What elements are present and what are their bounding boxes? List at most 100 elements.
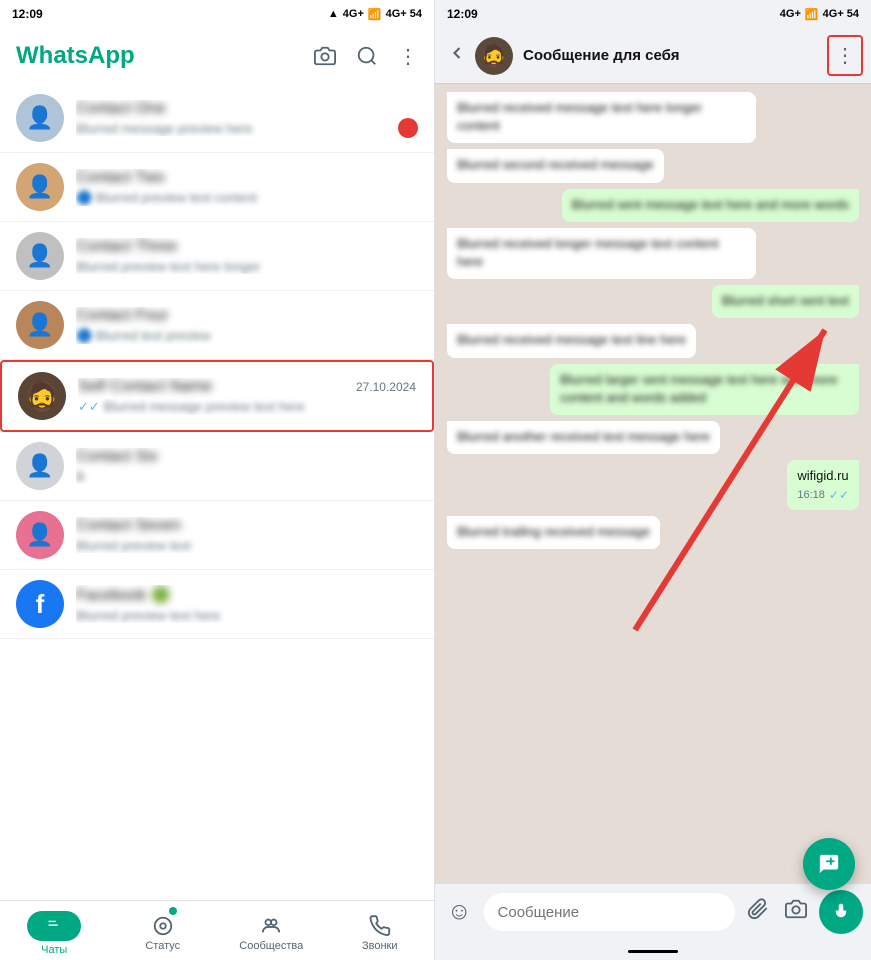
camera-icon[interactable]	[314, 45, 336, 67]
message-bubble: Blurred received message text here longe…	[447, 92, 756, 143]
avatar: 👤	[16, 94, 64, 142]
chat-title-area: Сообщение для себя	[523, 47, 827, 64]
message-text: Blurred received longer message text con…	[457, 235, 746, 271]
mic-button[interactable]	[819, 890, 863, 934]
nav-calls[interactable]: Звонки	[326, 901, 435, 960]
status-icons-right: 4G+ 📶 4G+ 54	[780, 8, 859, 21]
chat-name: Contact Two	[76, 169, 165, 187]
chat-info: Self Contact Name 27.10.2024 ✓✓ Blurred …	[78, 378, 416, 415]
status-bar-right: 12:09 4G+ 📶 4G+ 54	[435, 0, 871, 28]
message-bubble: Blurred larger sent message text here wi…	[550, 364, 859, 415]
chat-item[interactable]: 👤 Contact Two 🔵 Blurred preview text con…	[0, 153, 434, 222]
chat-info: Facebook 🟢 Blurred preview text here	[76, 585, 418, 623]
attach-button[interactable]	[743, 894, 773, 930]
status-icon	[152, 915, 174, 937]
calls-icon	[369, 915, 391, 937]
battery-icon: 📶	[368, 8, 382, 21]
message-bubble: Blurred received message text line here	[447, 324, 696, 357]
message-bubble: Blurred second received message	[447, 149, 664, 182]
chat-info: Contact Seven Blurred preview text	[76, 517, 418, 553]
messages-area[interactable]: Blurred received message text here longe…	[435, 84, 871, 884]
highlighted-chat-item[interactable]: 🧔 Self Contact Name 27.10.2024 ✓✓ Blurre…	[0, 360, 434, 432]
message-bubble: Blurred trailing received message	[447, 516, 660, 549]
avatar: f	[16, 580, 64, 628]
chat-name: Contact Four	[76, 307, 168, 325]
chat-item[interactable]: 👤 Contact Six B	[0, 432, 434, 501]
chat-item[interactable]: f Facebook 🟢 Blurred preview text here	[0, 570, 434, 639]
message-text: Blurred another received text message he…	[457, 428, 710, 446]
chat-item[interactable]: 👤 Contact One Blurred message preview he…	[0, 84, 434, 153]
chat-info: Contact One Blurred message preview here	[76, 100, 418, 136]
avatar: 👤	[16, 163, 64, 211]
home-indicator	[628, 950, 678, 953]
chat-info: Contact Two 🔵 Blurred preview text conte…	[76, 169, 418, 206]
message-bubble: Blurred sent message text here and more …	[562, 189, 859, 222]
chat-time: 27.10.2024	[356, 380, 416, 394]
chat-name: Contact Six	[76, 448, 158, 466]
nav-communities[interactable]: Сообщества	[217, 901, 326, 960]
chat-preview: Blurred preview text here longer	[76, 259, 418, 274]
signal-icon: ▲	[328, 8, 339, 20]
message-input[interactable]	[484, 893, 735, 931]
battery-icon-right: 📶	[805, 8, 819, 21]
nav-status[interactable]: Статус	[109, 901, 218, 960]
chat-preview: Blurred preview text	[76, 538, 418, 553]
chat-input-bar: ☺	[435, 884, 871, 940]
double-tick-icon: ✓✓	[78, 399, 100, 415]
nav-chats-label: Чаты	[41, 944, 67, 956]
back-button[interactable]	[439, 35, 475, 77]
camera-input-button[interactable]	[781, 894, 811, 930]
more-options-button[interactable]: ⋮	[827, 35, 863, 76]
chat-topbar-icons: ⋮	[827, 35, 863, 76]
nav-chats[interactable]: Чаты	[0, 901, 109, 960]
message-text: Blurred second received message	[457, 156, 654, 174]
message-text: Blurred received message text line here	[457, 331, 686, 349]
chat-info: Contact Six B	[76, 448, 418, 484]
message-bubble: Blurred received longer message text con…	[447, 228, 756, 279]
emoji-button[interactable]: ☺	[443, 894, 476, 930]
status-icons-left: ▲ 4G+ 📶 4G+ 54	[328, 8, 422, 21]
chat-name: Facebook 🟢	[76, 585, 171, 605]
more-options-icon[interactable]: ⋮	[398, 44, 418, 69]
battery-level-right: 4G+ 54	[823, 8, 859, 20]
home-indicator-area	[435, 940, 871, 960]
message-bubble: Blurred short sent text	[712, 285, 859, 318]
chat-info: Contact Three Blurred preview text here …	[76, 238, 418, 274]
search-icon[interactable]	[356, 45, 378, 67]
chat-item[interactable]: 👤 Contact Four 🔵 Blurred text preview	[0, 291, 434, 360]
avatar: 🧔	[18, 372, 66, 420]
nav-calls-label: Звонки	[362, 940, 398, 952]
time-right: 12:09	[447, 7, 478, 21]
chat-info: Contact Four 🔵 Blurred text preview	[76, 307, 418, 344]
message-text-clear: wifigid.ru	[797, 467, 849, 485]
chat-preview: Blurred preview text here	[76, 608, 418, 623]
left-panel: 12:09 ▲ 4G+ 📶 4G+ 54 WhatsApp ⋮	[0, 0, 435, 960]
message-bubble-clear: wifigid.ru 16:18 ✓✓	[787, 460, 859, 510]
message-text: Blurred trailing received message	[457, 523, 650, 541]
chat-preview: 🔵 Blurred text preview	[76, 328, 418, 344]
chat-preview: ✓✓ Blurred message preview text here	[78, 399, 416, 415]
chats-icon	[27, 911, 81, 941]
battery-level: 4G+ 54	[386, 8, 422, 20]
avatar: 👤	[16, 442, 64, 490]
app-title: WhatsApp	[16, 42, 135, 70]
chat-item[interactable]: 👤 Contact Three Blurred preview text her…	[0, 222, 434, 291]
message-bubble: Blurred another received text message he…	[447, 421, 720, 454]
chat-preview: Blurred message preview here	[76, 121, 418, 136]
communities-icon	[260, 915, 282, 937]
contact-name: Сообщение для себя	[523, 47, 827, 64]
chat-name: Contact Three	[76, 238, 177, 256]
message-meta: 16:18 ✓✓	[797, 487, 849, 504]
avatar: 👤	[16, 511, 64, 559]
bottom-nav: Чаты Статус Сообщества	[0, 900, 434, 960]
chat-avatar: 🧔	[475, 37, 513, 75]
chat-preview: 🔵 Blurred preview text content	[76, 190, 418, 206]
right-panel: 12:09 4G+ 📶 4G+ 54 🧔 Сообщение для себя …	[435, 0, 871, 960]
nav-status-label: Статус	[145, 940, 180, 952]
avatar: 👤	[16, 301, 64, 349]
message-text: Blurred larger sent message text here wi…	[560, 371, 849, 407]
wifi-icon: 4G+	[343, 8, 364, 20]
chat-name: Contact One	[76, 100, 166, 118]
chat-item[interactable]: 👤 Contact Seven Blurred preview text	[0, 501, 434, 570]
chat-name: Contact Seven	[76, 517, 181, 535]
